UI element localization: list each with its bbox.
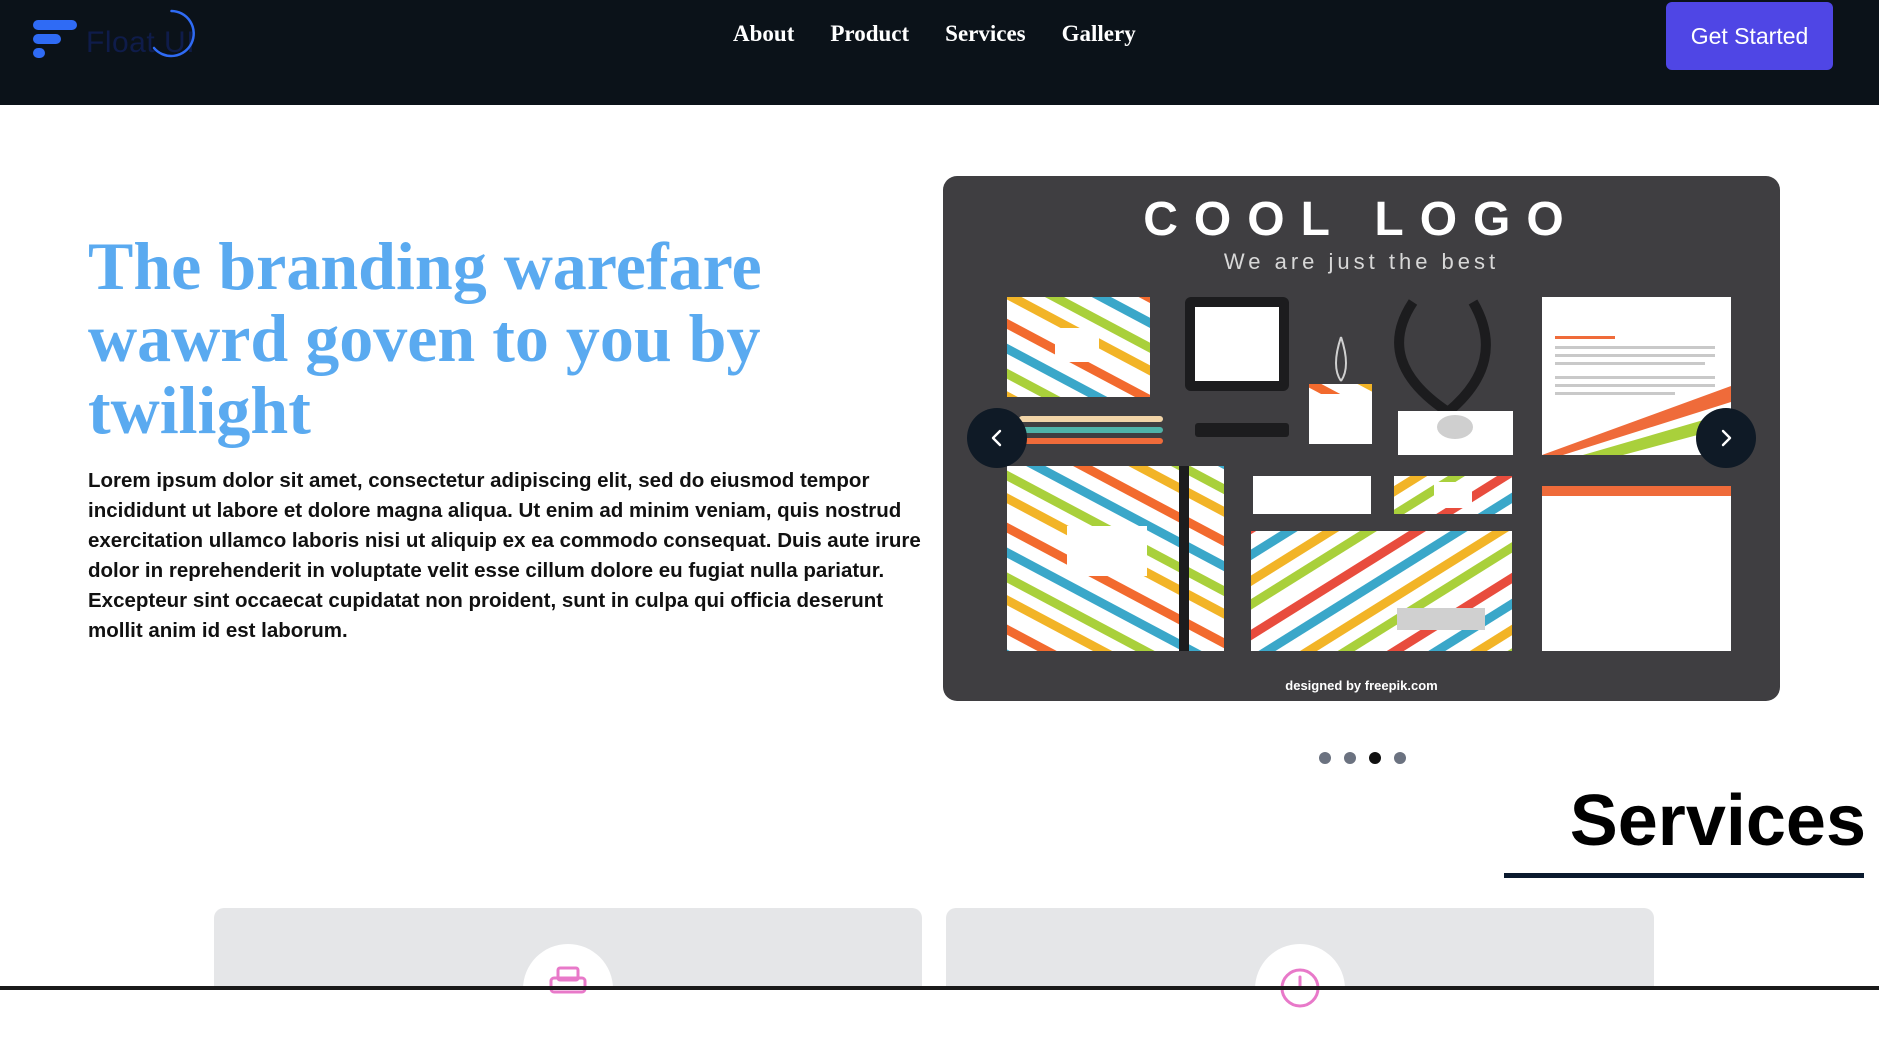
carousel-next-button[interactable] bbox=[1696, 408, 1756, 468]
carousel-indicators bbox=[1319, 752, 1406, 764]
service-card[interactable] bbox=[946, 908, 1654, 1034]
image-carousel: COOL LOGO We are just the best designed … bbox=[943, 176, 1780, 701]
chevron-left-icon bbox=[991, 429, 1002, 447]
carousel-art-subtitle: We are just the best bbox=[1223, 249, 1500, 274]
float-ui-logo-icon bbox=[33, 20, 77, 58]
get-started-button[interactable]: Get Started bbox=[1666, 2, 1833, 70]
main-menu: About Product Services Gallery bbox=[733, 21, 1136, 47]
logo-ring-icon bbox=[152, 9, 195, 58]
carousel-prev-button[interactable] bbox=[967, 408, 1027, 468]
carousel-dot-2[interactable] bbox=[1344, 752, 1356, 764]
carousel-dot-3[interactable] bbox=[1369, 752, 1381, 764]
nav-link-about[interactable]: About bbox=[733, 21, 794, 47]
bottom-divider bbox=[0, 986, 1879, 990]
services-heading: Services bbox=[1569, 781, 1866, 861]
brand-logo[interactable]: Float UI bbox=[33, 6, 213, 66]
carousel-dot-4[interactable] bbox=[1394, 752, 1406, 764]
carousel-art-title: COOL LOGO bbox=[1143, 193, 1580, 246]
nav-link-product[interactable]: Product bbox=[830, 21, 909, 47]
carousel-dot-1[interactable] bbox=[1319, 752, 1331, 764]
chevron-right-icon bbox=[1721, 429, 1732, 447]
services-underline bbox=[1504, 873, 1864, 878]
nav-link-services[interactable]: Services bbox=[945, 21, 1025, 47]
hero-title: The branding warefare wawrd goven to you… bbox=[88, 228, 762, 448]
hero-description: Lorem ipsum dolor sit amet, consectetur … bbox=[88, 469, 921, 642]
service-card[interactable] bbox=[214, 908, 922, 1034]
nav-link-gallery[interactable]: Gallery bbox=[1062, 21, 1136, 47]
top-navbar: Float UI About Product Services Gallery … bbox=[0, 0, 1879, 105]
carousel-art-credit: designed by freepik.com bbox=[1285, 678, 1438, 693]
